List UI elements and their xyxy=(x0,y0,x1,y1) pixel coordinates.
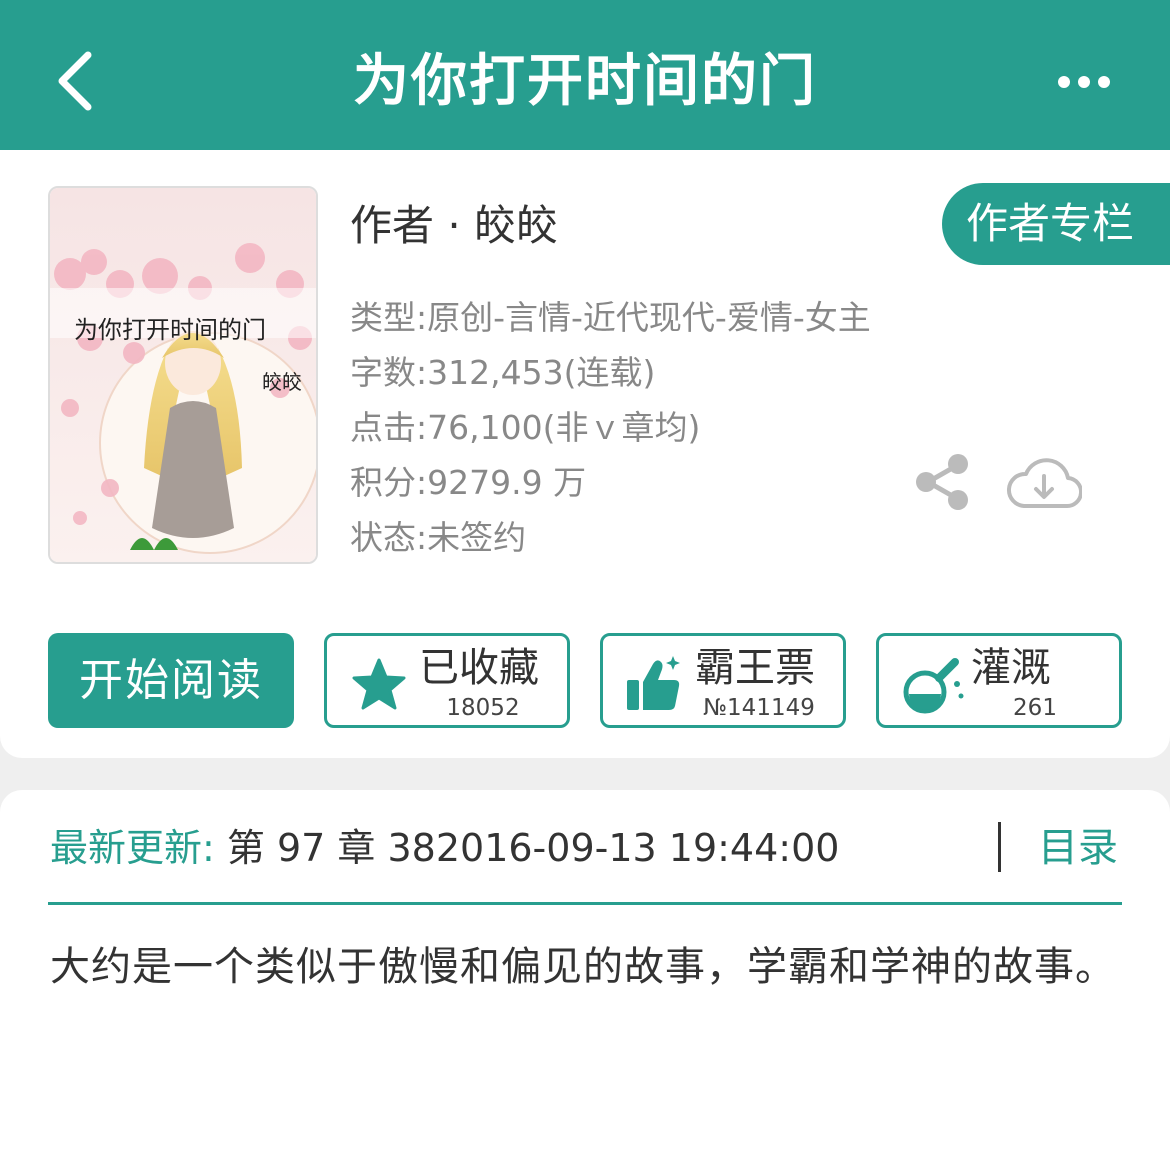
cover-author: 皎皎 xyxy=(262,370,302,394)
divider xyxy=(48,902,1122,905)
thumbs-up-icon xyxy=(625,654,685,714)
vote-count: №141149 xyxy=(703,695,815,721)
collect-count: 18052 xyxy=(446,695,520,721)
share-icon[interactable] xyxy=(914,454,970,510)
author-name[interactable]: 作者 · 皎皎 xyxy=(350,200,558,252)
collect-button[interactable]: 已收藏 18052 xyxy=(324,633,570,728)
water-button[interactable]: 灌溉 261 xyxy=(876,633,1122,728)
meta-status: 状态:未签约 xyxy=(350,518,527,557)
book-cover[interactable]: 为你打开时间的门 皎皎 xyxy=(48,186,318,564)
cloud-download-icon[interactable] xyxy=(1006,454,1084,512)
water-count: 261 xyxy=(1013,695,1057,721)
vote-button[interactable]: 霸王票 №141149 xyxy=(600,633,846,728)
meta-score: 积分:9279.9 万 xyxy=(350,463,587,502)
meta-clicks: 点击:76,100(非ｖ章均) xyxy=(350,408,701,447)
more-horizontal-icon[interactable] xyxy=(1056,70,1112,94)
flask-icon xyxy=(901,654,964,714)
collect-label: 已收藏 xyxy=(419,645,539,691)
star-icon xyxy=(349,654,409,714)
meta-type: 类型:原创-言情-近代现代-爱情-女主 xyxy=(350,298,871,337)
book-summary: 大约是一个类似于傲慢和偏见的故事，学霸和学神的故事。 xyxy=(50,944,1116,990)
start-reading-button[interactable]: 开始阅读 xyxy=(48,633,294,728)
water-label: 灌溉 xyxy=(971,645,1051,691)
book-info-card: 为你打开时间的门 皎皎 作者 · 皎皎 作者专栏 类型:原创-言情-近代现代-爱… xyxy=(0,150,1170,758)
divider xyxy=(998,822,1001,872)
author-column-button[interactable]: 作者专栏 xyxy=(942,183,1170,265)
latest-update-label: 最新更新: xyxy=(50,826,215,870)
description-card: 最新更新: 第 97 章 382016-09-13 19:44:00 目录 大约… xyxy=(0,790,1170,1157)
latest-update[interactable]: 最新更新: 第 97 章 382016-09-13 19:44:00 xyxy=(50,826,839,870)
table-of-contents-link[interactable]: 目录 xyxy=(1038,826,1118,870)
top-bar: 为你打开时间的门 xyxy=(0,0,1170,150)
meta-words: 字数:312,453(连载) xyxy=(350,353,656,392)
page-title: 为你打开时间的门 xyxy=(353,49,817,114)
latest-update-value: 第 97 章 382016-09-13 19:44:00 xyxy=(226,826,840,870)
vote-label: 霸王票 xyxy=(695,645,815,691)
cover-title: 为你打开时间的门 xyxy=(74,316,266,344)
